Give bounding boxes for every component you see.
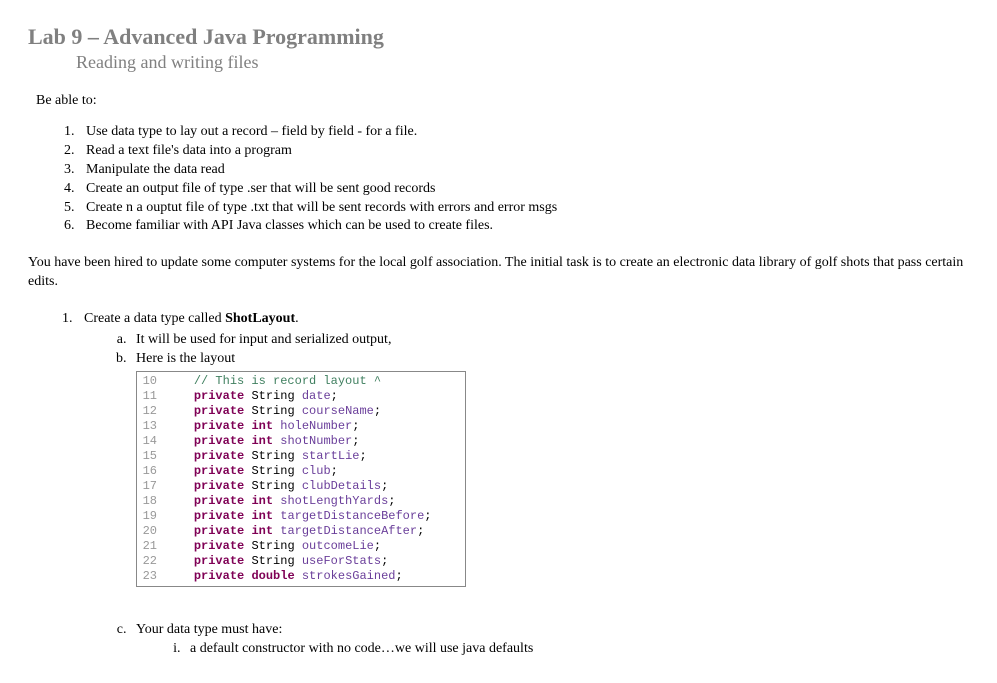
title-prefix: Lab 9 – xyxy=(28,24,103,49)
step1-sublist-continued: Your data type must have: a default cons… xyxy=(112,621,973,659)
step1-classname: ShotLayout xyxy=(225,311,295,326)
title-main: Advanced Java Programming xyxy=(103,24,384,49)
line-number: 15 xyxy=(137,449,165,464)
line-number: 16 xyxy=(137,464,165,479)
step1-text-prefix: Create a data type called xyxy=(84,311,225,326)
code-text: private String date; xyxy=(165,389,465,404)
code-line: 12 private String courseName; xyxy=(137,404,465,419)
objective-item: Manipulate the data read xyxy=(78,161,973,180)
code-line: 20 private int targetDistanceAfter; xyxy=(137,524,465,539)
intro-paragraph: You have been hired to update some compu… xyxy=(28,254,973,292)
objective-item: Read a text file's data into a program xyxy=(78,142,973,161)
code-text: private int shotLengthYards; xyxy=(165,494,465,509)
code-line: 14 private int shotNumber; xyxy=(137,434,465,449)
objectives-list: Use data type to lay out a record – fiel… xyxy=(60,123,973,236)
be-able-heading: Be able to: xyxy=(36,93,973,109)
step1c-sublist: a default constructor with no code…we wi… xyxy=(166,640,973,659)
code-layout-box: 10 // This is record layout ^11 private … xyxy=(136,371,466,587)
line-number: 14 xyxy=(137,434,165,449)
code-line: 23 private double strokesGained; xyxy=(137,569,465,584)
step1-sublist: It will be used for input and serialized… xyxy=(112,331,973,587)
objective-item: Use data type to lay out a record – fiel… xyxy=(78,123,973,142)
code-text: private String startLie; xyxy=(165,449,465,464)
code-text: private String outcomeLie; xyxy=(165,539,465,554)
code-text: private String club; xyxy=(165,464,465,479)
instruction-step-1: Create a data type called ShotLayout. It… xyxy=(76,310,973,658)
doc-title: Lab 9 – Advanced Java Programming xyxy=(28,24,973,50)
line-number: 23 xyxy=(137,569,165,584)
line-number: 11 xyxy=(137,389,165,404)
objective-item: Become familiar with API Java classes wh… xyxy=(78,217,973,236)
line-number: 19 xyxy=(137,509,165,524)
line-number: 18 xyxy=(137,494,165,509)
code-line: 16 private String club; xyxy=(137,464,465,479)
objective-item: Create n a ouptut file of type .txt that… xyxy=(78,199,973,218)
line-number: 20 xyxy=(137,524,165,539)
code-line: 13 private int holeNumber; xyxy=(137,419,465,434)
code-line: 18 private int shotLengthYards; xyxy=(137,494,465,509)
code-text: private int shotNumber; xyxy=(165,434,465,449)
code-line: 15 private String startLie; xyxy=(137,449,465,464)
code-line: 21 private String outcomeLie; xyxy=(137,539,465,554)
line-number: 22 xyxy=(137,554,165,569)
line-number: 10 xyxy=(137,374,165,389)
code-line: 10 // This is record layout ^ xyxy=(137,374,465,389)
code-text: private String useForStats; xyxy=(165,554,465,569)
step1c: Your data type must have: a default cons… xyxy=(130,621,973,659)
code-text: private int holeNumber; xyxy=(165,419,465,434)
step1b-label: Here is the layout xyxy=(136,351,235,366)
step1b: Here is the layout 10 // This is record … xyxy=(130,350,973,587)
line-number: 21 xyxy=(137,539,165,554)
instructions-list: Create a data type called ShotLayout. It… xyxy=(58,310,973,658)
code-line: 19 private int targetDistanceBefore; xyxy=(137,509,465,524)
step1c-label: Your data type must have: xyxy=(136,622,282,637)
code-line: 22 private String useForStats; xyxy=(137,554,465,569)
step1a: It will be used for input and serialized… xyxy=(130,331,973,350)
code-text: // This is record layout ^ xyxy=(165,374,465,389)
code-text: private double strokesGained; xyxy=(165,569,465,584)
line-number: 12 xyxy=(137,404,165,419)
code-line: 17 private String clubDetails; xyxy=(137,479,465,494)
objective-item: Create an output file of type .ser that … xyxy=(78,180,973,199)
doc-subtitle: Reading and writing files xyxy=(76,52,973,73)
code-line: 11 private String date; xyxy=(137,389,465,404)
code-text: private int targetDistanceAfter; xyxy=(165,524,465,539)
line-number: 17 xyxy=(137,479,165,494)
step1c-i: a default constructor with no code…we wi… xyxy=(184,640,973,659)
code-text: private String clubDetails; xyxy=(165,479,465,494)
code-text: private int targetDistanceBefore; xyxy=(165,509,465,524)
step1-text-suffix: . xyxy=(295,311,299,326)
line-number: 13 xyxy=(137,419,165,434)
code-text: private String courseName; xyxy=(165,404,465,419)
